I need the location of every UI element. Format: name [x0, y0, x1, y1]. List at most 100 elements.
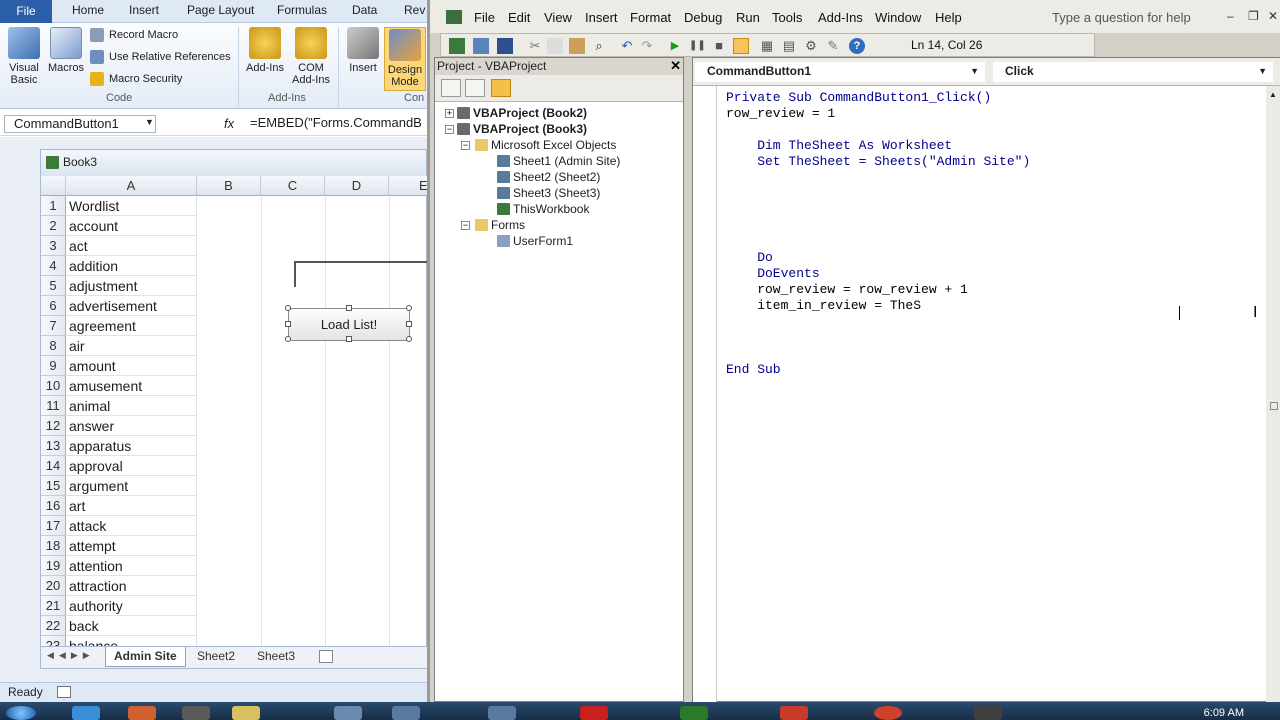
- help-search-box[interactable]: Type a question for help: [1052, 10, 1191, 25]
- close-icon[interactable]: ✕: [1268, 9, 1278, 23]
- code-line[interactable]: Private Sub CommandButton1_Click(): [726, 90, 1030, 106]
- menu-window[interactable]: Window: [875, 10, 921, 25]
- column-header-b[interactable]: B: [197, 176, 261, 196]
- visual-basic-button[interactable]: Visual Basic: [4, 27, 44, 86]
- row-header[interactable]: 10: [41, 376, 66, 396]
- row-header[interactable]: 5: [41, 276, 66, 296]
- tree-excel-objects[interactable]: Microsoft Excel Objects: [475, 137, 616, 153]
- tree-sheet1[interactable]: Sheet1 (Admin Site): [497, 153, 620, 169]
- formula-input[interactable]: =EMBED("Forms.CommandB: [250, 115, 427, 133]
- expand-icon[interactable]: +: [445, 109, 454, 118]
- cell-a[interactable]: account: [66, 216, 197, 236]
- tree-sheet2[interactable]: Sheet2 (Sheet2): [497, 169, 600, 185]
- resize-handle[interactable]: [406, 321, 412, 327]
- toolbox-icon[interactable]: ✎: [825, 38, 841, 54]
- cell-a[interactable]: amount: [66, 356, 197, 376]
- reset-icon[interactable]: ■: [711, 38, 727, 54]
- column-header-c[interactable]: C: [261, 176, 325, 196]
- cell-a[interactable]: back: [66, 616, 197, 636]
- cell-a[interactable]: balance: [66, 636, 197, 646]
- row-header[interactable]: 20: [41, 576, 66, 596]
- row-header[interactable]: 21: [41, 596, 66, 616]
- code-line[interactable]: row_review = 1: [726, 106, 1030, 122]
- select-all-corner[interactable]: [41, 176, 66, 196]
- help-icon[interactable]: ?: [849, 38, 865, 54]
- code-line[interactable]: Do: [726, 250, 1030, 266]
- properties-icon[interactable]: ▤: [781, 38, 797, 54]
- tab-home[interactable]: Home: [72, 3, 104, 17]
- start-orb-icon[interactable]: [6, 706, 36, 720]
- code-line[interactable]: [726, 234, 1030, 250]
- find-icon[interactable]: ⌕: [591, 38, 607, 54]
- resize-handle[interactable]: [285, 321, 291, 327]
- tab-review[interactable]: Rev: [404, 3, 425, 17]
- menu-tools[interactable]: Tools: [772, 10, 802, 25]
- row-header[interactable]: 19: [41, 556, 66, 576]
- project-explorer-icon[interactable]: ▦: [759, 38, 775, 54]
- row-header[interactable]: 13: [41, 436, 66, 456]
- row-header[interactable]: 16: [41, 496, 66, 516]
- taskbar-app-icon[interactable]: [392, 706, 420, 720]
- scroll-up-icon[interactable]: ▲: [1269, 90, 1277, 99]
- row-header[interactable]: 3: [41, 236, 66, 256]
- code-line[interactable]: [726, 330, 1030, 346]
- code-editor[interactable]: Private Sub CommandButton1_Click() row_re…: [726, 90, 1030, 378]
- menu-view[interactable]: View: [544, 10, 572, 25]
- sheet-tab-sheet3[interactable]: Sheet3: [249, 647, 303, 667]
- tab-formulas[interactable]: Formulas: [277, 3, 327, 17]
- code-line[interactable]: Set TheSheet = Sheets("Admin Site"): [726, 154, 1030, 170]
- menu-file[interactable]: File: [474, 10, 495, 25]
- break-icon[interactable]: ❚❚: [689, 38, 706, 54]
- insert-userform-icon[interactable]: [473, 38, 489, 54]
- tab-page-layout[interactable]: Page Layout: [187, 3, 254, 17]
- taskbar-app-icon[interactable]: [974, 706, 1002, 720]
- resize-handle[interactable]: [285, 336, 291, 342]
- chrome-icon[interactable]: [874, 706, 902, 720]
- pdf-icon[interactable]: [580, 706, 608, 720]
- tab-data[interactable]: Data: [352, 3, 377, 17]
- cell-a[interactable]: authority: [66, 596, 197, 616]
- code-line[interactable]: [726, 346, 1030, 362]
- name-box[interactable]: CommandButton1: [4, 115, 156, 133]
- cell-a[interactable]: answer: [66, 416, 197, 436]
- close-icon[interactable]: ✕: [670, 58, 681, 74]
- row-header[interactable]: 2: [41, 216, 66, 236]
- tab-file[interactable]: File: [0, 0, 52, 23]
- vertical-scrollbar[interactable]: ▲: [1266, 86, 1280, 703]
- vbe-app-icon[interactable]: [446, 10, 462, 24]
- worksheet-grid[interactable]: A B C D E 1 Wordlist 2 account 3 act 4 addition…: [41, 176, 427, 646]
- media-player-icon[interactable]: [128, 706, 156, 720]
- macros-button[interactable]: Macros: [46, 27, 86, 74]
- chevron-down-icon[interactable]: ▼: [970, 62, 979, 81]
- chevron-down-icon[interactable]: ▼: [1258, 62, 1267, 81]
- taskbar-app-icon[interactable]: [780, 706, 808, 720]
- cell-a[interactable]: advertisement: [66, 296, 197, 316]
- code-line[interactable]: [726, 186, 1030, 202]
- row-header[interactable]: 4: [41, 256, 66, 276]
- excel-taskbar-icon[interactable]: [680, 706, 708, 720]
- design-mode-button[interactable]: Design Mode: [384, 27, 426, 91]
- row-header[interactable]: 9: [41, 356, 66, 376]
- menu-run[interactable]: Run: [736, 10, 760, 25]
- cell-a[interactable]: adjustment: [66, 276, 197, 296]
- cell-a[interactable]: art: [66, 496, 197, 516]
- menu-edit[interactable]: Edit: [508, 10, 530, 25]
- row-header[interactable]: 11: [41, 396, 66, 416]
- row-header[interactable]: 15: [41, 476, 66, 496]
- cell-a[interactable]: amusement: [66, 376, 197, 396]
- code-line[interactable]: [726, 170, 1030, 186]
- macro-security-button[interactable]: Macro Security: [90, 70, 182, 88]
- cell-a[interactable]: agreement: [66, 316, 197, 336]
- menu-help[interactable]: Help: [935, 10, 962, 25]
- collapse-icon[interactable]: −: [461, 141, 470, 150]
- restore-icon[interactable]: ❐: [1248, 9, 1259, 23]
- resize-handle[interactable]: [346, 336, 352, 342]
- tree-userform1[interactable]: UserForm1: [497, 233, 573, 249]
- taskbar-clock[interactable]: 6:09 AM: [1204, 707, 1244, 719]
- view-code-icon[interactable]: [441, 79, 461, 97]
- row-header[interactable]: 7: [41, 316, 66, 336]
- undo-icon[interactable]: ↶: [619, 38, 635, 54]
- tree-vbaproject-book2[interactable]: VBAProject (Book2): [457, 105, 587, 121]
- cell-a[interactable]: attraction: [66, 576, 197, 596]
- cell-a[interactable]: animal: [66, 396, 197, 416]
